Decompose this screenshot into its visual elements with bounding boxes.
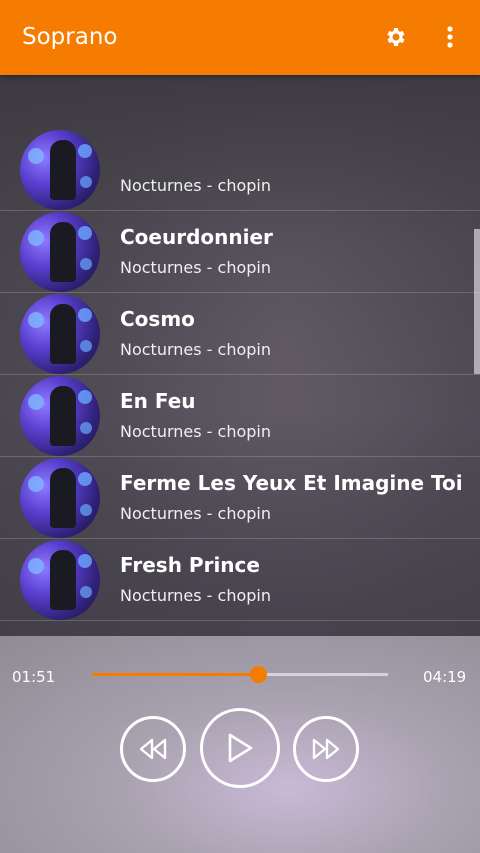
song-subtitle: Nocturnes - chopin xyxy=(120,176,271,195)
song-title: Fresh Prince xyxy=(120,553,260,577)
song-list[interactable]: Nocturnes - chopin Coeurdonnier Nocturne… xyxy=(0,75,480,636)
settings-button[interactable] xyxy=(380,22,410,52)
fast-forward-button[interactable] xyxy=(293,716,359,782)
play-icon xyxy=(228,733,253,763)
album-art xyxy=(20,458,100,538)
album-art xyxy=(20,294,100,374)
gear-icon xyxy=(387,28,405,46)
seek-thumb[interactable] xyxy=(249,666,267,683)
player-panel: 01:51 04:19 xyxy=(0,636,480,853)
song-row[interactable]: Fresh Prince Nocturnes - chopin xyxy=(0,539,480,621)
app-title: Soprano xyxy=(22,24,118,50)
song-row[interactable]: Nocturnes - chopin xyxy=(0,129,480,211)
song-title: Cosmo xyxy=(120,307,195,331)
song-subtitle: Nocturnes - chopin xyxy=(120,504,271,523)
more-vert-icon xyxy=(447,26,453,48)
song-subtitle: Nocturnes - chopin xyxy=(120,586,271,605)
album-art xyxy=(20,540,100,620)
song-subtitle: Nocturnes - chopin xyxy=(120,422,271,441)
album-art xyxy=(20,130,100,210)
seek-bar[interactable] xyxy=(92,666,388,683)
song-row[interactable]: Coeurdonnier Nocturnes - chopin xyxy=(0,211,480,293)
list-scrollbar[interactable] xyxy=(474,229,480,374)
song-title: En Feu xyxy=(120,389,196,413)
song-subtitle: Nocturnes - chopin xyxy=(120,340,271,359)
current-time: 01:51 xyxy=(12,668,56,686)
song-row[interactable]: Cosmo Nocturnes - chopin xyxy=(0,293,480,375)
total-time: 04:19 xyxy=(423,668,467,686)
song-row[interactable]: Ferme Les Yeux Et Imagine Toi Nocturnes … xyxy=(0,457,480,539)
album-art xyxy=(20,376,100,456)
rewind-icon xyxy=(139,738,167,760)
song-title: Coeurdonnier xyxy=(120,225,273,249)
song-row[interactable]: En Feu Nocturnes - chopin xyxy=(0,375,480,457)
song-subtitle: Nocturnes - chopin xyxy=(120,258,271,277)
seek-progress xyxy=(92,673,258,676)
more-options-button[interactable] xyxy=(438,22,462,52)
rewind-button[interactable] xyxy=(120,716,186,782)
fast-forward-icon xyxy=(312,738,340,760)
album-art xyxy=(20,212,100,292)
app-bar: Soprano xyxy=(0,0,480,75)
play-button[interactable] xyxy=(200,708,280,788)
song-title: Ferme Les Yeux Et Imagine Toi xyxy=(120,471,463,495)
